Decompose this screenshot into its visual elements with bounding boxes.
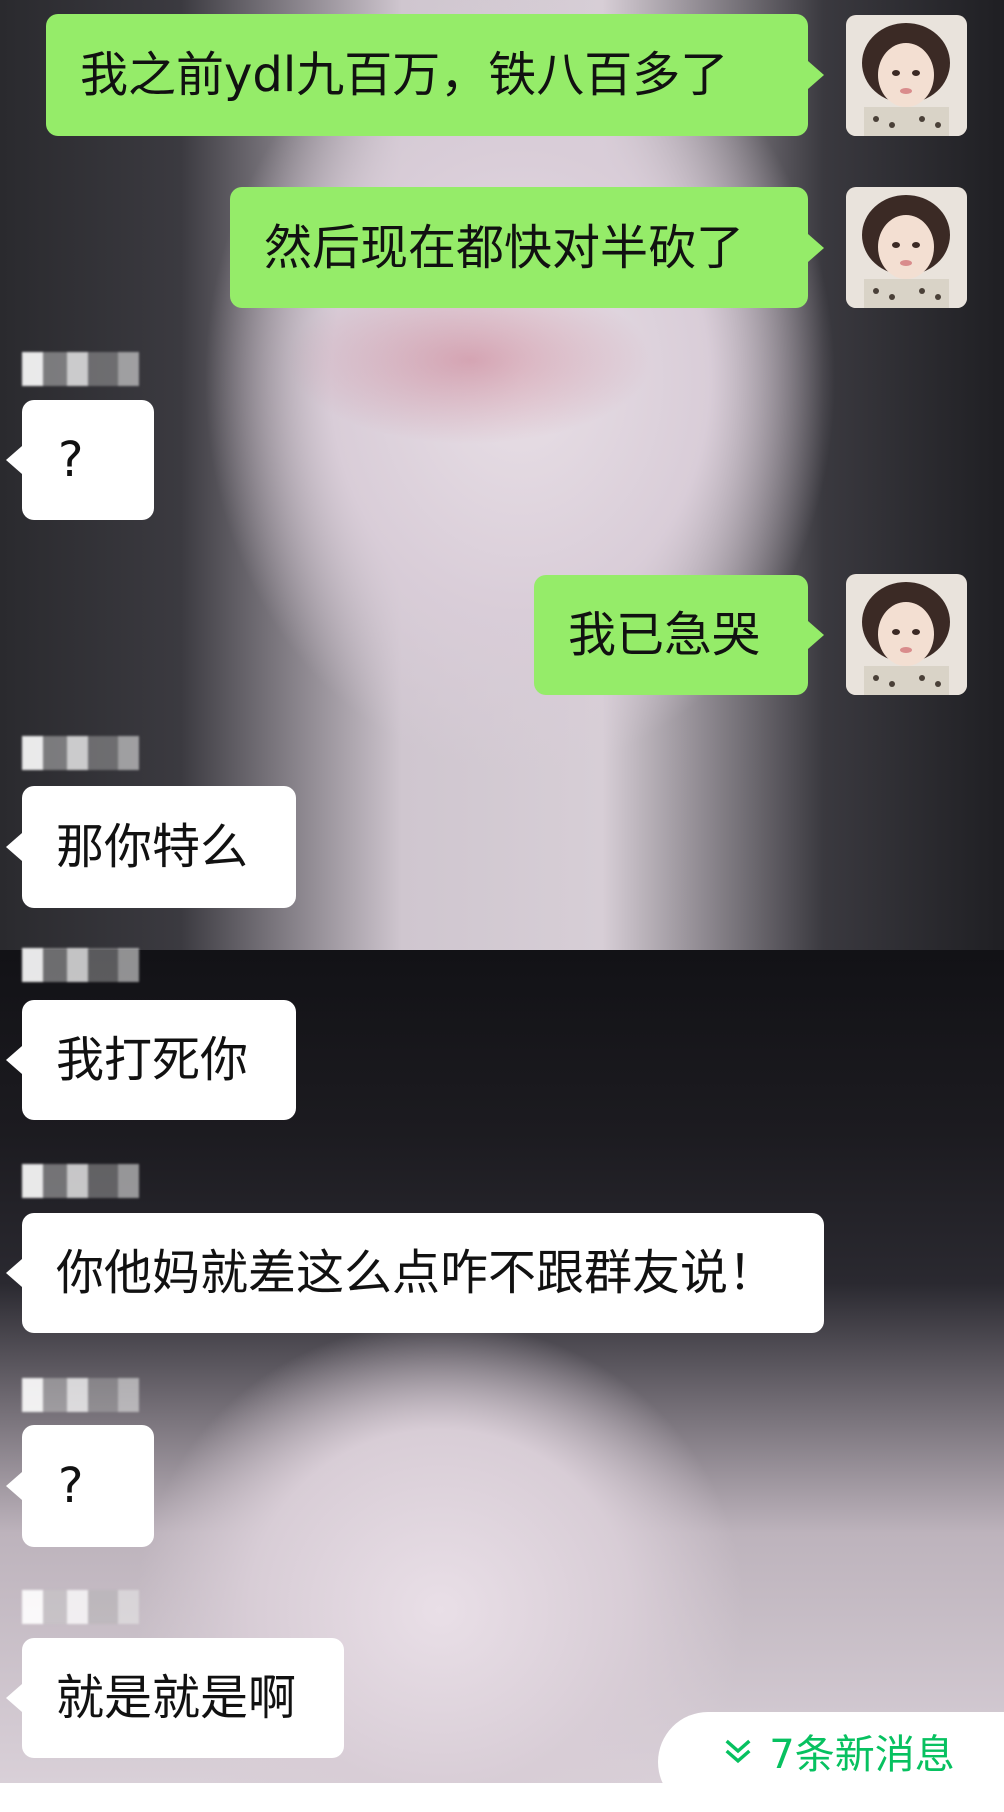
new-messages-button[interactable]: 7条新消息 <box>658 1712 1004 1812</box>
double-chevron-down-icon <box>725 1739 751 1764</box>
message-bubble-received[interactable]: 就是就是啊 <box>6 1638 344 1758</box>
avatar-portrait-icon <box>846 187 967 308</box>
message-bubble-received[interactable]: 你他妈就差这么点咋不跟群友说！ <box>6 1213 824 1333</box>
my-avatar[interactable] <box>846 15 967 136</box>
sender-nickname-blurred <box>22 1590 172 1624</box>
sender-nickname-blurred <box>22 1164 172 1198</box>
message-bubble-sent[interactable]: 然后现在都快对半砍了 <box>230 187 824 308</box>
avatar-portrait-icon <box>846 15 967 136</box>
message-text: ? <box>58 1458 84 1514</box>
message-text: 我打死你 <box>56 1032 249 1088</box>
sender-nickname-blurred <box>22 948 172 982</box>
message-bubble-received[interactable]: 我打死你 <box>6 1000 296 1120</box>
my-avatar[interactable] <box>846 187 967 308</box>
sender-nickname-blurred <box>22 1378 172 1412</box>
message-bubble-received[interactable]: 那你特么 <box>6 786 296 908</box>
avatar-portrait-icon <box>846 574 967 695</box>
message-text: 我已急哭 <box>568 607 761 663</box>
message-text: 那你特么 <box>56 819 249 875</box>
message-text: 然后现在都快对半砍了 <box>264 219 745 276</box>
message-text: 就是就是啊 <box>56 1670 297 1726</box>
message-text: 我之前ydl九百万，铁八百多了 <box>80 47 729 103</box>
message-bubble-received[interactable]: ? <box>6 400 154 520</box>
new-messages-label: 7条新消息 <box>769 1732 955 1778</box>
my-avatar[interactable] <box>846 574 967 695</box>
message-bubble-sent[interactable]: 我已急哭 <box>534 575 824 695</box>
sender-nickname-blurred <box>22 352 172 386</box>
message-bubble-received[interactable]: ? <box>6 1425 154 1547</box>
message-text: ? <box>58 432 84 488</box>
message-bubble-sent[interactable]: 我之前ydl九百万，铁八百多了 <box>46 14 824 136</box>
sender-nickname-blurred <box>22 736 172 770</box>
message-text: 你他妈就差这么点咋不跟群友说！ <box>56 1245 777 1301</box>
